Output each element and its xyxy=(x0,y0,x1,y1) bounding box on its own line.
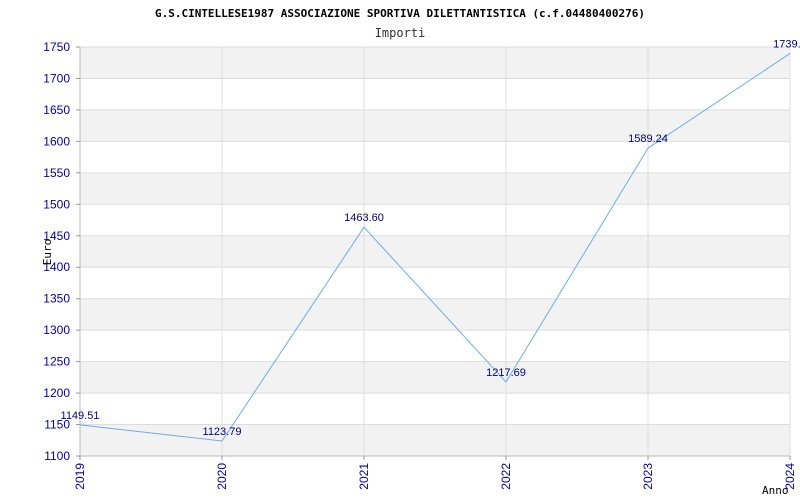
grid-band xyxy=(80,47,790,79)
y-tick-label: 1350 xyxy=(43,292,70,306)
data-label: 1123.79 xyxy=(203,426,242,438)
plot-bands xyxy=(80,47,790,456)
data-label: 1739.8 xyxy=(773,38,800,50)
y-tick-label: 1550 xyxy=(43,166,70,180)
x-ticks: 2019 2020 2021 2022 2023 2024 xyxy=(73,456,797,490)
x-tick-label: 2022 xyxy=(499,463,513,490)
y-tick-label: 1650 xyxy=(43,103,70,117)
x-tick-label: 2023 xyxy=(641,463,655,490)
y-tick-label: 1750 xyxy=(43,40,70,54)
y-axis-label: Euro xyxy=(41,239,54,266)
grid-band xyxy=(80,361,790,394)
y-tick-label: 1200 xyxy=(43,386,70,400)
x-tick-label: 2019 xyxy=(73,463,87,490)
y-tick-label: 1700 xyxy=(43,71,70,85)
y-tick-label: 1100 xyxy=(44,449,70,463)
data-label: 1463.60 xyxy=(344,212,384,224)
data-label: 1589.24 xyxy=(628,133,668,145)
grid-band xyxy=(80,172,790,205)
x-tick-label: 2021 xyxy=(357,463,371,490)
grid-band xyxy=(80,235,790,268)
grid-band xyxy=(80,109,790,142)
x-tick-label: 2020 xyxy=(215,463,229,490)
grid-band xyxy=(80,298,790,331)
y-tick-label: 1300 xyxy=(43,323,70,337)
line-chart: G.S.CINTELLESE1987 ASSOCIAZIONE SPORTIVA… xyxy=(41,7,800,497)
grid-band xyxy=(80,424,790,456)
data-label: 1217.69 xyxy=(486,367,526,379)
chart-subtitle: Importi xyxy=(375,26,426,40)
y-tick-label: 1600 xyxy=(43,134,70,148)
x-axis-label: Anno xyxy=(762,484,789,497)
chart-title: G.S.CINTELLESE1987 ASSOCIAZIONE SPORTIVA… xyxy=(155,7,645,20)
y-tick-label: 1500 xyxy=(43,197,70,211)
data-label: 1149.51 xyxy=(61,410,100,422)
y-tick-label: 1250 xyxy=(43,355,70,369)
